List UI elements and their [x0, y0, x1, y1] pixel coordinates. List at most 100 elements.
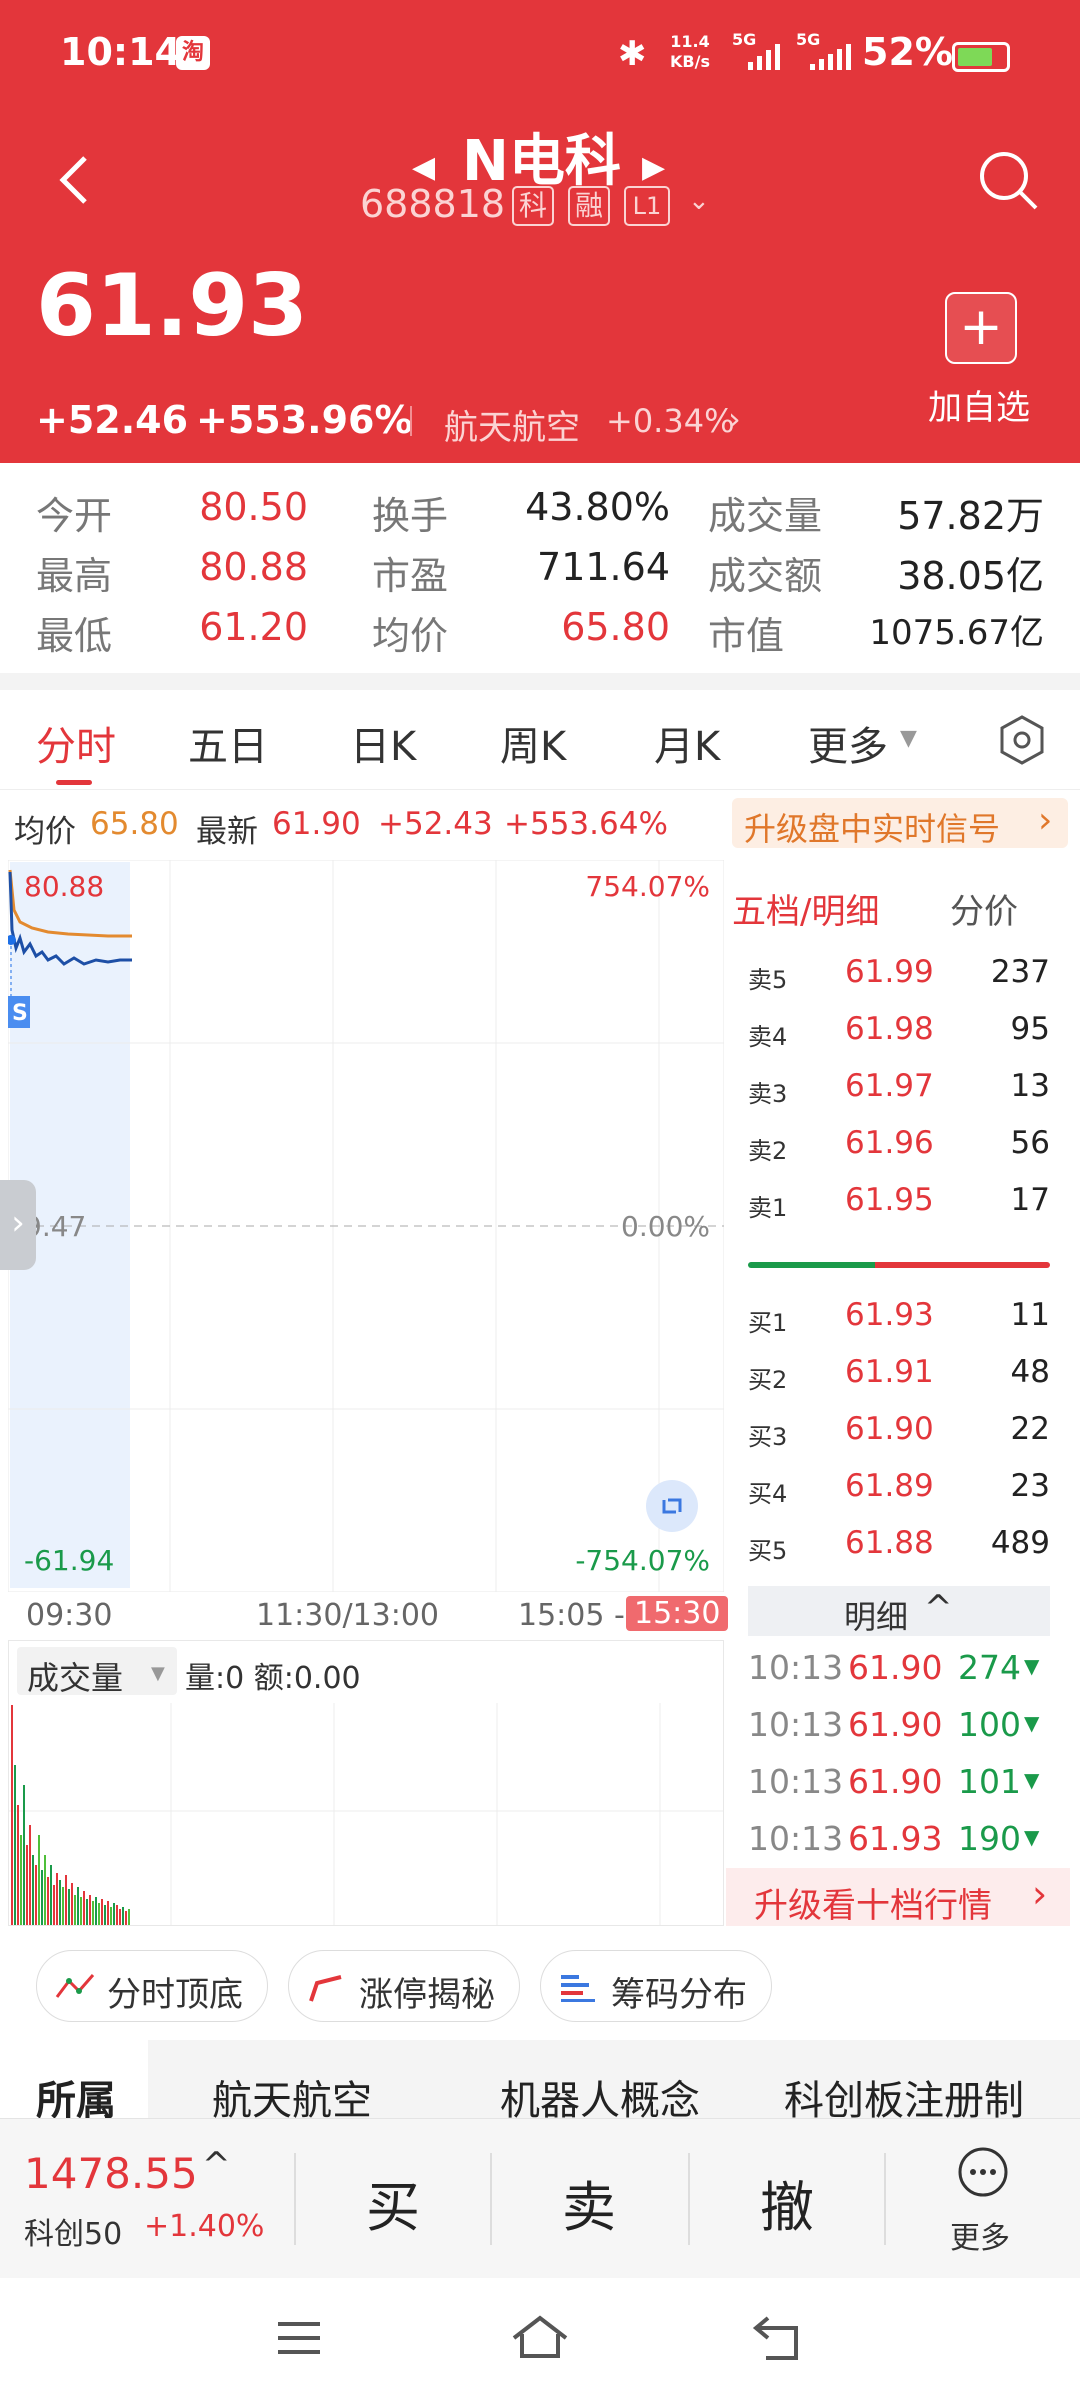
back-icon[interactable] — [752, 2314, 806, 2362]
bluetooth-icon: ✱ — [618, 34, 647, 74]
volume-bar — [116, 1905, 118, 1925]
home-icon[interactable] — [510, 2312, 570, 2362]
settings-hexagon-icon[interactable] — [998, 714, 1046, 766]
bid-row[interactable]: 买4 61.89 23 — [740, 1464, 1060, 1520]
bid-row[interactable]: 买2 61.91 48 — [740, 1350, 1060, 1406]
tab-weekly-k[interactable]: 周K — [500, 714, 566, 772]
index-change[interactable]: +1.40% — [144, 2209, 264, 2244]
tool-chip-distribution[interactable]: 筹码分布 — [540, 1950, 772, 2022]
add-watchlist-label[interactable]: 加自选 — [928, 380, 1030, 429]
fullscreen-icon[interactable] — [646, 1480, 698, 1532]
buy-button[interactable]: 买 — [366, 2163, 420, 2242]
tick-time: 10:13 — [748, 1705, 844, 1744]
concept-tab-belongs[interactable]: 所属 — [36, 2068, 116, 2120]
detail-header[interactable]: 明细 ^ — [748, 1586, 1050, 1636]
ask-row[interactable]: 卖5 61.99 237 — [740, 950, 1060, 1006]
price-change: +52.46 — [36, 398, 189, 442]
ask-row[interactable]: 卖2 61.96 56 — [740, 1121, 1060, 1177]
side-expand-handle[interactable]: › — [0, 1180, 36, 1270]
concept-tab-robot[interactable]: 机器人概念 — [500, 2068, 700, 2120]
bid-row[interactable]: 买5 61.88 489 — [740, 1521, 1060, 1577]
index-name[interactable]: 科创50 — [24, 2209, 122, 2253]
index-value[interactable]: 1478.55 — [24, 2149, 198, 2198]
ask-price: 61.99 — [845, 954, 934, 990]
sell-down-arrow-icon: ▼ — [1024, 1768, 1040, 1792]
chevron-right-icon[interactable]: › — [1038, 800, 1052, 841]
trade-tick-row: 10:13 61.90 274 ▼ — [748, 1644, 1058, 1700]
bid-price: 61.88 — [845, 1525, 934, 1561]
next-stock-arrow-icon[interactable]: ▶ — [642, 150, 665, 185]
upgrade-signal-text[interactable]: 升级盘中实时信号 — [744, 804, 1000, 850]
tool-limit-up-reveal[interactable]: 涨停揭秘 — [288, 1950, 520, 2022]
volume-bar — [26, 1845, 28, 1925]
divider — [294, 2153, 296, 2245]
chevron-right-icon[interactable]: › — [728, 400, 741, 438]
volume-bar — [32, 1855, 34, 1925]
volume-bar — [128, 1909, 130, 1925]
concept-tabs: 所属 航天航空 机器人概念 科创板注册制 — [0, 2040, 1080, 2120]
tab-five-levels[interactable]: 五档/明细 — [732, 884, 879, 933]
ask-level-label: 卖5 — [748, 966, 788, 994]
stat-label: 最低 — [36, 614, 113, 658]
stat-value-high: 80.88 — [199, 545, 308, 589]
upgrade-level10-banner[interactable]: 升级看十档行情 › — [726, 1868, 1070, 1926]
prev-stock-arrow-icon[interactable]: ◀ — [412, 150, 435, 185]
ask-row[interactable]: 卖1 61.95 17 — [740, 1178, 1060, 1234]
current-price: 61.93 — [36, 256, 309, 356]
caret-down-icon[interactable]: ▼ — [900, 726, 917, 751]
bid-row[interactable]: 买1 61.93 11 — [740, 1293, 1060, 1349]
chevron-down-icon[interactable]: ⌄ — [688, 186, 710, 216]
pct-bottom-label: -754.07% — [575, 1544, 710, 1577]
tool-label[interactable]: 筹码分布 — [611, 1967, 747, 2016]
more-chat-icon[interactable] — [956, 2145, 1010, 2199]
tab-intraday[interactable]: 分时 — [36, 714, 116, 772]
tool-label[interactable]: 分时顶底 — [107, 1967, 243, 2016]
tab-five-day[interactable]: 五日 — [188, 714, 268, 772]
search-icon[interactable] — [976, 148, 1042, 214]
upgrade-signal-banner[interactable]: 升级盘中实时信号 › — [732, 798, 1068, 848]
volume-bar — [20, 1835, 22, 1925]
upgrade-level10-text[interactable]: 升级看十档行情 — [754, 1878, 992, 1927]
concept-tab-star-registration[interactable]: 科创板注册制 — [784, 2068, 1024, 2120]
ask-row[interactable]: 卖3 61.97 13 — [740, 1064, 1060, 1120]
tab-price-distribution[interactable]: 分价 — [950, 884, 1018, 933]
ask-row[interactable]: 卖4 61.98 95 — [740, 1007, 1060, 1063]
bid-level-label: 买1 — [748, 1309, 788, 1337]
ask-price: 61.97 — [845, 1068, 934, 1104]
tab-daily-k[interactable]: 日K — [350, 714, 416, 772]
concept-tab-aerospace[interactable]: 航天航空 — [212, 2068, 372, 2120]
tool-intraday-top-bottom[interactable]: 分时顶底 — [36, 1950, 268, 2022]
divider — [688, 2153, 690, 2245]
tool-label[interactable]: 涨停揭秘 — [359, 1967, 495, 2016]
tick-price: 61.90 — [848, 1648, 943, 1687]
chevron-up-icon[interactable]: ^ — [924, 1588, 953, 1628]
volume-bar — [125, 1911, 127, 1925]
tab-monthly-k[interactable]: 月K — [654, 714, 720, 772]
more-button[interactable]: 更多 — [950, 2213, 1010, 2257]
bid-price: 61.90 — [845, 1411, 934, 1447]
taobao-notification-icon: 淘 — [176, 36, 210, 70]
volume-bar — [38, 1835, 40, 1925]
y-bottom-label: -61.94 — [24, 1544, 114, 1577]
tab-more[interactable]: 更多 — [808, 714, 888, 772]
sell-down-arrow-icon: ▼ — [1024, 1711, 1040, 1735]
back-arrow-icon[interactable] — [55, 150, 95, 210]
sector-change[interactable]: +0.34% — [606, 402, 734, 440]
volume-bar — [98, 1903, 100, 1925]
tick-volume: 101 — [958, 1762, 1021, 1801]
volume-bar — [29, 1825, 31, 1925]
detail-label[interactable]: 明细 — [844, 1592, 908, 1638]
sell-button[interactable]: 卖 — [562, 2163, 616, 2242]
intraday-chart[interactable]: S 80.88 9.47 -61.94 754.07% 0.00% -754.0… — [8, 860, 724, 1592]
cancel-order-button[interactable]: 撤 — [760, 2163, 814, 2242]
chevron-right-icon[interactable]: › — [1032, 1872, 1047, 1916]
tick-price: 61.90 — [848, 1762, 943, 1801]
add-watchlist-icon[interactable]: + — [945, 292, 1017, 364]
menu-icon[interactable] — [274, 2318, 324, 2358]
chevron-up-icon[interactable]: ^ — [202, 2145, 231, 2185]
bid-row[interactable]: 买3 61.90 22 — [740, 1407, 1060, 1463]
bid-price: 61.91 — [845, 1354, 934, 1390]
volume-bar — [74, 1895, 76, 1925]
volume-bar — [35, 1865, 37, 1925]
sector-name[interactable]: 航天航空 — [444, 400, 580, 449]
